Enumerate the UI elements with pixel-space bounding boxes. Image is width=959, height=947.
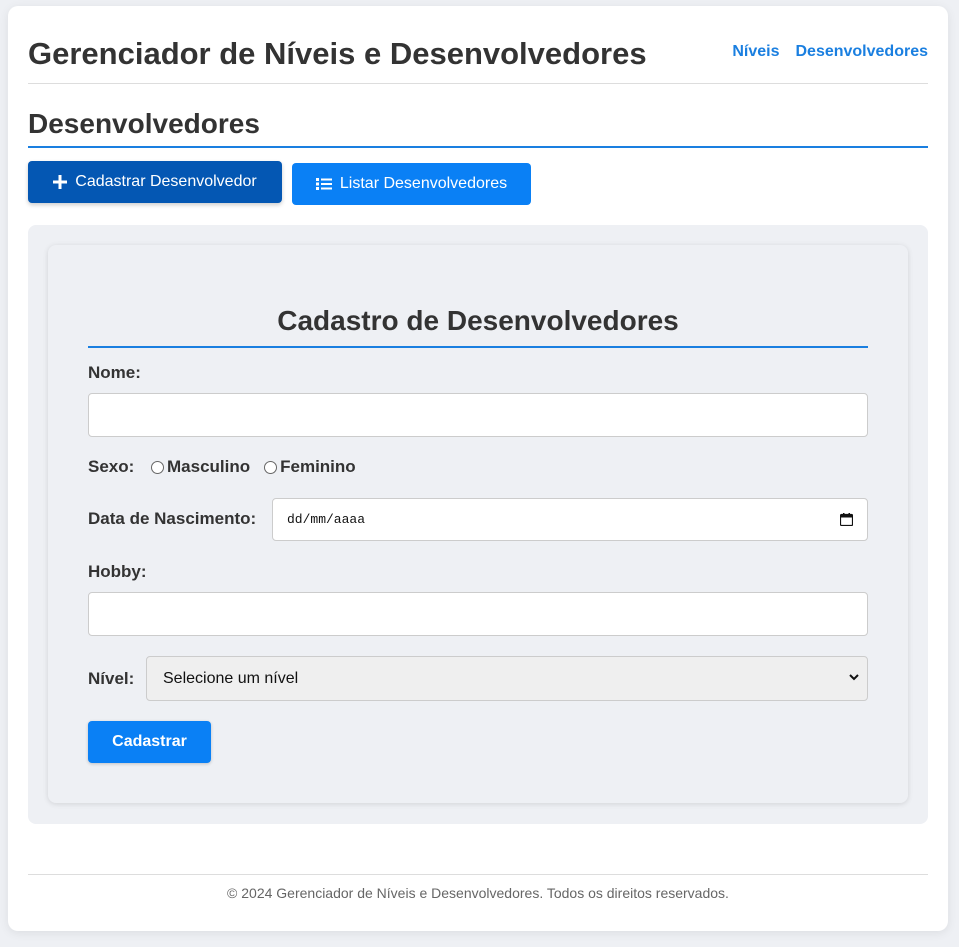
main-card: Gerenciador de Níveis e Desenvolvedores …: [8, 6, 948, 931]
birthdate-placeholder: dd/mm/aaaa: [287, 512, 366, 527]
footer-text: © 2024 Gerenciador de Níveis e Desenvolv…: [227, 885, 729, 901]
app-title: Gerenciador de Níveis e Desenvolvedores: [28, 36, 647, 71]
nav-link-niveis[interactable]: Níveis: [732, 43, 779, 61]
list-icon: [315, 178, 332, 190]
top-nav: Níveis Desenvolvedores: [732, 43, 928, 61]
plus-icon: [53, 175, 68, 189]
level-label: Nível:: [88, 669, 135, 688]
radio-male-label[interactable]: Masculino: [167, 457, 250, 477]
radio-female[interactable]: [264, 460, 278, 474]
level-select[interactable]: Selecione um nível: [146, 656, 868, 701]
hobby-label: Hobby:: [88, 562, 147, 581]
form-container: Cadastro de Desenvolvedores Nome: Sexo: …: [48, 245, 908, 803]
list-developers-button[interactable]: Listar Desenvolvedores: [292, 163, 531, 205]
radio-female-label[interactable]: Feminino: [280, 457, 356, 477]
form-title: Cadastro de Desenvolvedores: [88, 305, 868, 348]
sex-radio-group: Masculino Feminino: [151, 457, 370, 477]
birthdate-label: Data de Nascimento:: [88, 509, 257, 528]
list-developers-label: Listar Desenvolvedores: [339, 175, 508, 192]
submit-button[interactable]: Cadastrar: [88, 721, 211, 763]
register-developer-button[interactable]: Cadastrar Desenvolvedor: [28, 161, 282, 203]
name-label: Nome:: [88, 363, 141, 382]
radio-male[interactable]: [151, 460, 164, 474]
footer: © 2024 Gerenciador de Níveis e Desenvolv…: [28, 874, 928, 914]
chevron-down-icon: [849, 674, 859, 681]
nav-link-desenvolvedores[interactable]: Desenvolvedores: [795, 43, 928, 61]
content-panel: Cadastro de Desenvolvedores Nome: Sexo: …: [28, 225, 928, 824]
sex-label: Sexo:: [88, 457, 135, 476]
name-input[interactable]: [88, 393, 868, 437]
level-select-value: Selecione um nível: [163, 669, 299, 687]
birthdate-input[interactable]: dd/mm/aaaa: [272, 498, 868, 541]
section-title: Desenvolvedores: [28, 108, 928, 148]
hobby-input[interactable]: [88, 592, 868, 636]
register-developer-label: Cadastrar Desenvolvedor: [75, 173, 257, 190]
calendar-icon[interactable]: [840, 513, 853, 526]
header: Gerenciador de Níveis e Desenvolvedores …: [28, 34, 928, 84]
